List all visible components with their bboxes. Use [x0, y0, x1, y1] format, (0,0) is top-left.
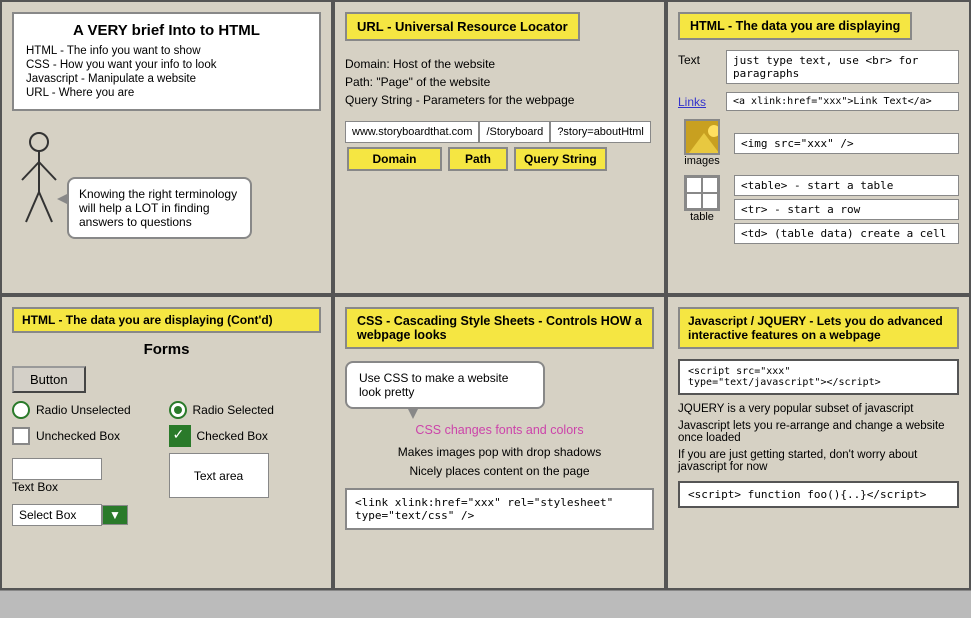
html-table-row: table <table> - start a table <tr> - sta… — [678, 175, 959, 247]
path-label: Path — [448, 147, 508, 171]
radio-selected-item: Radio Selected — [169, 401, 322, 419]
button-demo[interactable]: Button — [12, 366, 86, 393]
panel-url: URL - Universal Resource Locator Domain:… — [333, 0, 666, 295]
intro-line-2: CSS - How you want your info to look — [26, 59, 307, 71]
select-box-label: Select Box — [19, 508, 76, 522]
url-desc-domain: Domain: Host of the website — [345, 57, 654, 71]
intro-line-3: Javascript - Manipulate a website — [26, 73, 307, 85]
image-icon — [684, 119, 720, 155]
url-query-value: ?story=aboutHtml — [550, 121, 651, 143]
js-code-1: <script src="xxx" type="text/javascript"… — [678, 359, 959, 395]
table-label: table — [690, 211, 714, 223]
js-text-3: If you are just getting started, don't w… — [678, 449, 959, 473]
css-code-text: <link xlink:href="xxx" rel="stylesheet" … — [355, 496, 613, 522]
url-domain-value: www.storyboardthat.com — [345, 121, 479, 143]
textarea-demo[interactable]: Text area — [169, 453, 269, 498]
js-code-1-line2: type="text/javascript"></script> — [688, 377, 949, 388]
unchecked-box-label: Unchecked Box — [36, 429, 120, 443]
links-label: Links — [678, 92, 718, 109]
url-path-value: /Storyboard — [479, 121, 550, 143]
text-code: just type text, use <br> for paragraphs — [726, 50, 959, 84]
radio-unselected-icon[interactable] — [12, 401, 30, 419]
url-desc-path: Path: "Page" of the website — [345, 75, 654, 89]
checked-box-label: Checked Box — [197, 429, 268, 443]
css-bubble: Use CSS to make a website look pretty — [345, 361, 545, 409]
radio-selected-icon[interactable] — [169, 401, 187, 419]
radio-selected-label: Radio Selected — [193, 403, 274, 417]
select-arrow-icon[interactable]: ▼ — [102, 505, 128, 525]
text-area-label: Text area — [194, 469, 243, 483]
table-code-1: <table> - start a table — [734, 175, 959, 196]
html-links-row: Links <a xlink:href="xxx">Link Text</a> — [678, 92, 959, 111]
intro-box: A VERY brief Into to HTML HTML - The inf… — [12, 12, 321, 111]
query-label: Query String — [514, 147, 607, 171]
css-header: CSS - Cascading Style Sheets - Controls … — [345, 307, 654, 349]
html-header: HTML - The data you are displaying — [678, 12, 912, 40]
css-bullet-1: Makes images pop with drop shadows — [345, 445, 654, 459]
css-bullet-2: Nicely places content on the page — [345, 464, 654, 478]
panel-js: Javascript / JQUERY - Lets you do advanc… — [666, 295, 971, 590]
unchecked-box-icon[interactable] — [12, 427, 30, 445]
checked-box-item: Checked Box — [169, 425, 322, 447]
radio-unselected-item: Radio Unselected — [12, 401, 165, 419]
images-code: <img src="xxx" /> — [734, 133, 959, 154]
text-input-demo[interactable] — [12, 458, 102, 480]
panel-html-intro: A VERY brief Into to HTML HTML - The inf… — [0, 0, 333, 295]
images-label: images — [684, 155, 719, 167]
links-code: <a xlink:href="xxx">Link Text</a> — [726, 92, 959, 111]
text-box-item: Text Box — [12, 453, 165, 498]
table-codes: <table> - start a table <tr> - start a r… — [734, 175, 959, 247]
forms-title: Forms — [12, 341, 321, 358]
url-bar: www.storyboardthat.com /Storyboard ?stor… — [345, 121, 654, 143]
text-area-item: Text area — [169, 453, 322, 498]
url-desc-query: Query String - Parameters for the webpag… — [345, 93, 654, 107]
js-text-1: JQUERY is a very popular subset of javas… — [678, 403, 959, 415]
css-bubble-text: Use CSS to make a website look pretty — [359, 371, 508, 399]
url-header: URL - Universal Resource Locator — [345, 12, 580, 41]
url-label-row: Domain Path Query String — [345, 147, 654, 171]
bottom-bar — [0, 590, 971, 618]
text-box-label: Text Box — [12, 480, 58, 494]
select-demo: Select Box ▼ — [12, 504, 321, 526]
select-box-input[interactable]: Select Box — [12, 504, 102, 526]
table-icon — [684, 175, 720, 211]
speech-bubble: Knowing the right terminology will help … — [67, 177, 252, 239]
intro-title: A VERY brief Into to HTML — [26, 22, 307, 39]
radio-unselected-label: Radio Unselected — [36, 403, 131, 417]
text-label: Text — [678, 50, 718, 67]
table-code-2: <tr> - start a row — [734, 199, 959, 220]
js-text-2: Javascript lets you re-arrange and chang… — [678, 420, 959, 444]
url-descriptions: Domain: Host of the website Path: "Page"… — [345, 57, 654, 107]
panel-css: CSS - Cascading Style Sheets - Controls … — [333, 295, 666, 590]
panel-html-data: HTML - The data you are displaying Text … — [666, 0, 971, 295]
html-images-row: images <img src="xxx" /> — [678, 119, 959, 167]
panel-html-cont: HTML - The data you are displaying (Cont… — [0, 295, 333, 590]
form-items-grid: Radio Unselected Radio Selected Unchecke… — [12, 401, 321, 498]
html-text-row: Text just type text, use <br> for paragr… — [678, 50, 959, 84]
css-bullets: Makes images pop with drop shadows Nicel… — [345, 445, 654, 478]
checked-box-icon[interactable] — [169, 425, 191, 447]
css-code-box: <link xlink:href="xxx" rel="stylesheet" … — [345, 488, 654, 530]
unchecked-box-item: Unchecked Box — [12, 425, 165, 447]
domain-label: Domain — [347, 147, 442, 171]
stick-figure-icon — [14, 132, 64, 242]
intro-line-4: URL - Where you are — [26, 87, 307, 99]
cont-header: HTML - The data you are displaying (Cont… — [12, 307, 321, 333]
css-pink-text: CSS changes fonts and colors — [345, 423, 654, 437]
intro-line-1: HTML - The info you want to show — [26, 45, 307, 57]
js-code-2: <script> function foo(){..}</script> — [678, 481, 959, 508]
js-code-1-line1: <script src="xxx" — [688, 366, 949, 377]
js-header: Javascript / JQUERY - Lets you do advanc… — [678, 307, 959, 349]
bubble-text: Knowing the right terminology will help … — [79, 187, 237, 229]
table-code-3: <td> (table data) create a cell — [734, 223, 959, 244]
